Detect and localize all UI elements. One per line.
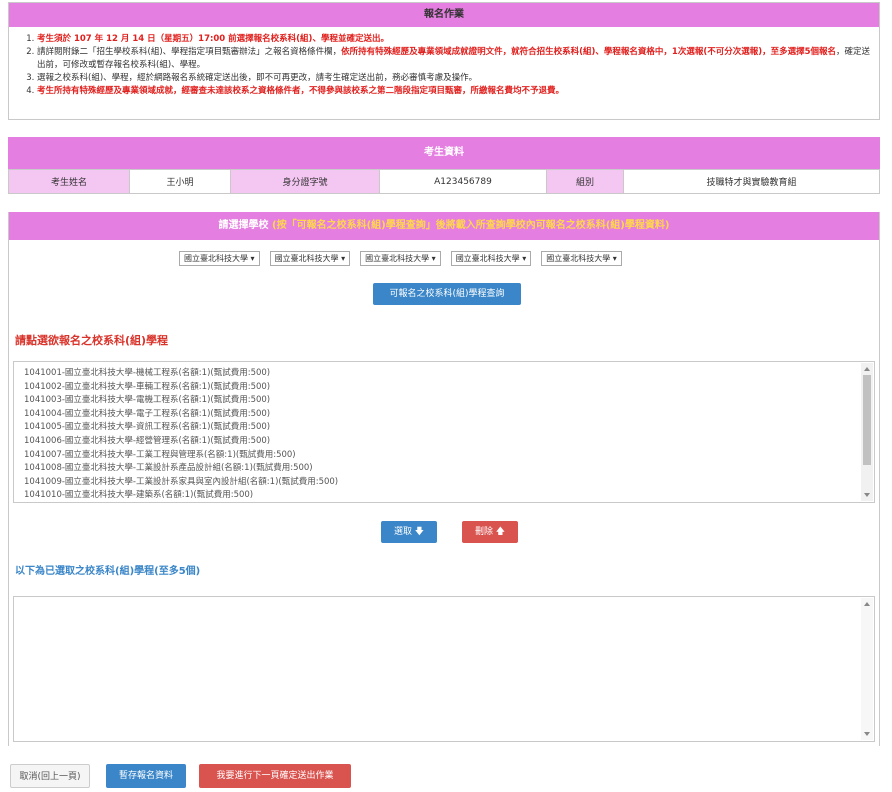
- program-list-title: 請點選欲報名之校系科(組)學程: [15, 334, 169, 347]
- school-select-5[interactable]: 國立臺北科技大學 ▾: [541, 251, 622, 266]
- program-option[interactable]: 1041010-國立臺北科技大學-建築系(名額:1)(甄試費用:500): [24, 489, 874, 503]
- program-option[interactable]: 1041005-國立臺北科技大學-資訊工程系(名額:1)(甄試費用:500): [24, 421, 874, 435]
- program-option[interactable]: 1041006-國立臺北科技大學-經營管理系(名額:1)(甄試費用:500): [24, 435, 874, 449]
- school-select-3[interactable]: 國立臺北科技大學 ▾: [360, 251, 441, 266]
- program-panel: 請點選欲報名之校系科(組)學程 1041001-國立臺北科技大學-機械工程系(名…: [8, 308, 880, 746]
- program-option[interactable]: 1041003-國立臺北科技大學-電機工程系(名額:1)(甄試費用:500): [24, 394, 874, 408]
- id-label: 身分證字號: [230, 169, 380, 194]
- school-select-value: 國立臺北科技大學: [365, 254, 430, 263]
- school-select-header: 請選擇學校 (按「可報名之校系科(組)學程查詢」後將載入所查詢學校內可報名之校系…: [9, 212, 879, 240]
- notice-text: 依所持有特殊經歷及專業領域成就證明文件，就符合招生校系科(組)、學程報名資格中，…: [341, 47, 837, 57]
- candidate-panel: 考生資料 考生姓名 王小明 身分證字號 A123456789 組別 技職特才與實…: [8, 137, 880, 195]
- chevron-down-icon: ▾: [519, 254, 527, 263]
- school-select-group: 國立臺北科技大學 ▾ 國立臺北科技大學 ▾ 國立臺北科技大學 ▾ 國立臺北科技大學 ▾…: [179, 251, 622, 266]
- notice-item: 考生所持有特殊經歷及專業領域成就，經審查未達該校系之資格條件者，不得參與該校系之…: [37, 85, 871, 98]
- notice-panel: 報名作業 考生須於 107 年 12 月 14 日（星期五）17:00 前選擇報…: [8, 2, 880, 120]
- notice-text: 選報之校系科(組)、學程，經於網路報名系統確定送出後，即不可再更改，請考生確定送…: [37, 73, 478, 83]
- scroll-down-icon[interactable]: [864, 493, 870, 497]
- program-option[interactable]: 1041009-國立臺北科技大學-工業設計系家具與室內設計組(名額:1)(甄試費…: [24, 476, 874, 490]
- scroll-down-icon[interactable]: [864, 732, 870, 736]
- program-option[interactable]: 1041004-國立臺北科技大學-電子工程系(名額:1)(甄試費用:500): [24, 408, 874, 422]
- school-select-value: 國立臺北科技大學: [546, 254, 611, 263]
- notice-item: 選報之校系科(組)、學程，經於網路報名系統確定送出後，即不可再更改，請考生確定送…: [37, 72, 871, 85]
- id-value: A123456789: [379, 169, 547, 194]
- program-option[interactable]: 1041008-國立臺北科技大學-工業設計系產品設計組(名額:1)(甄試費用:5…: [24, 462, 874, 476]
- group-label: 組別: [546, 169, 624, 194]
- save-draft-button[interactable]: 暫存報名資料: [106, 764, 186, 788]
- candidate-title: 考生資料: [8, 137, 880, 169]
- cancel-button[interactable]: 取消(回上一頁): [10, 764, 90, 788]
- school-select-hint: (按「可報名之校系科(組)學程查詢」後將載入所查詢學校內可報名之校系科(組)學程…: [272, 220, 670, 231]
- scroll-up-icon[interactable]: [864, 602, 870, 606]
- school-select-4[interactable]: 國立臺北科技大學 ▾: [450, 251, 532, 266]
- notice-text: 請詳閱附錄二「招生學校系科(組)、學程指定項目甄審辦法」之報名資格條件欄，: [37, 47, 342, 57]
- selected-list-scrollbar[interactable]: [861, 598, 873, 740]
- program-items: 1041001-國立臺北科技大學-機械工程系(名額:1)(甄試費用:500) 10…: [14, 362, 874, 503]
- group-value: 技職特才與實驗教育組: [623, 169, 880, 194]
- school-select-1[interactable]: 國立臺北科技大學 ▾: [179, 251, 260, 266]
- notice-text: 考生須於 107 年 12 月 14 日（星期五）17:00 前選擇報名校系科(…: [37, 34, 389, 44]
- school-select-title: 請選擇學校: [218, 220, 269, 231]
- next-step-button[interactable]: 我要進行下一頁確定送出作業: [199, 764, 351, 788]
- school-select-value: 國立臺北科技大學: [455, 254, 520, 263]
- selected-list-title: 以下為已選取之校系科(組)學程(至多5個): [15, 566, 201, 577]
- program-option[interactable]: 1041007-國立臺北科技大學-工業工程與管理系(名額:1)(甄試費用:500…: [24, 449, 874, 463]
- school-select-2[interactable]: 國立臺北科技大學 ▾: [269, 251, 351, 266]
- notice-text: 考生所持有特殊經歷及專業領域成就，經審查未達該校系之資格條件者，不得參與該校系之…: [37, 86, 565, 96]
- notice-item: 考生須於 107 年 12 月 14 日（星期五）17:00 前選擇報名校系科(…: [37, 33, 871, 46]
- delete-button[interactable]: 刪除 🡅: [462, 521, 518, 543]
- scroll-thumb[interactable]: [863, 375, 871, 465]
- chevron-down-icon: ▾: [338, 254, 346, 263]
- name-label: 考生姓名: [8, 169, 130, 194]
- school-select-panel: 請選擇學校 (按「可報名之校系科(組)學程查詢」後將載入所查詢學校內可報名之校系…: [8, 212, 880, 308]
- query-programs-button[interactable]: 可報名之校系科(組)學程查詢: [373, 283, 521, 305]
- candidate-table: 考生姓名 王小明 身分證字號 A123456789 組別 技職特才與實驗教育組: [8, 169, 880, 194]
- school-select-value: 國立臺北科技大學: [274, 254, 339, 263]
- pick-button[interactable]: 選取 🡇: [381, 521, 437, 543]
- chevron-down-icon: ▾: [429, 254, 436, 263]
- selected-listbox[interactable]: [13, 596, 875, 742]
- notice-item: 請詳閱附錄二「招生學校系科(組)、學程指定項目甄審辦法」之報名資格條件欄，依所持…: [37, 46, 871, 72]
- notice-list: 考生須於 107 年 12 月 14 日（星期五）17:00 前選擇報名校系科(…: [9, 33, 879, 98]
- chevron-down-icon: ▾: [610, 254, 617, 263]
- program-option[interactable]: 1041001-國立臺北科技大學-機械工程系(名額:1)(甄試費用:500): [24, 367, 874, 381]
- name-value: 王小明: [129, 169, 231, 194]
- chevron-down-icon: ▾: [248, 254, 255, 263]
- program-list-scrollbar[interactable]: [861, 363, 873, 501]
- notice-title: 報名作業: [9, 3, 879, 27]
- program-option[interactable]: 1041002-國立臺北科技大學-車輛工程系(名額:1)(甄試費用:500): [24, 381, 874, 395]
- school-select-value: 國立臺北科技大學: [184, 254, 248, 263]
- scroll-up-icon[interactable]: [864, 367, 870, 371]
- program-listbox[interactable]: 1041001-國立臺北科技大學-機械工程系(名額:1)(甄試費用:500) 10…: [13, 361, 875, 503]
